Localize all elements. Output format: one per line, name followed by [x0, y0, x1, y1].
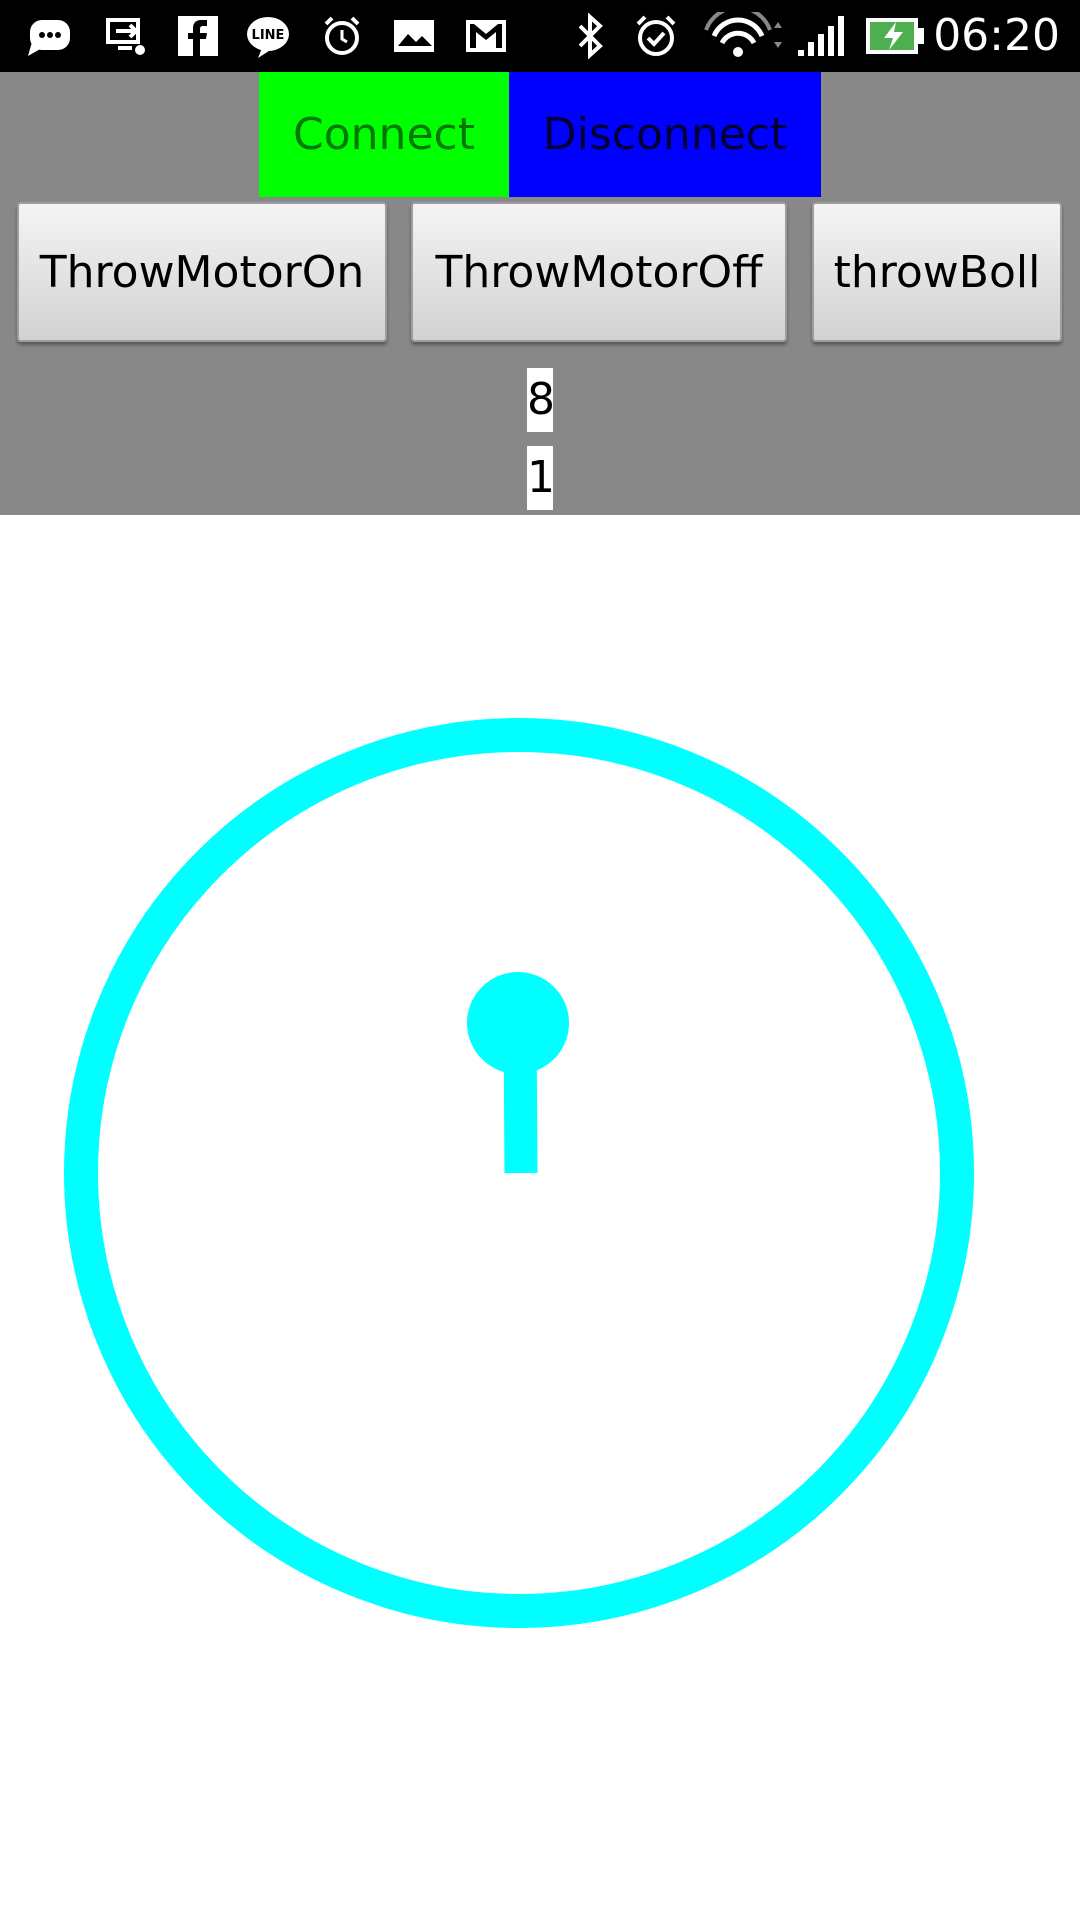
line-icon: LINE: [244, 12, 292, 60]
disconnect-button[interactable]: Disconnect: [509, 72, 821, 197]
control-panel: Connect Disconnect ThrowMotorOn ThrowMot…: [0, 72, 1080, 515]
facebook-icon: [174, 12, 222, 60]
photo-icon: [390, 12, 438, 60]
svg-text:LINE: LINE: [252, 28, 285, 43]
status-bar: LINE 06:20: [0, 0, 1080, 72]
throw-motor-on-button[interactable]: ThrowMotorOn: [17, 202, 387, 342]
connect-button[interactable]: Connect: [259, 72, 509, 197]
wifi-icon: [702, 12, 782, 60]
readout-value-1: 8: [527, 368, 555, 432]
screen-cast-icon: [102, 12, 150, 60]
chat-bubble-icon: [26, 12, 74, 60]
joystick-area[interactable]: [0, 515, 1080, 1920]
alarm-check-icon: [632, 12, 680, 60]
throw-ball-button[interactable]: throwBoll: [812, 202, 1062, 342]
alarm-clock-icon: [318, 12, 366, 60]
gmail-icon: [462, 12, 510, 60]
signal-icon: [796, 12, 844, 60]
readout-value-2: 1: [527, 446, 555, 510]
bluetooth-icon: [566, 12, 614, 60]
joystick-knob[interactable]: [467, 972, 569, 1074]
joystick-canvas[interactable]: [0, 515, 1080, 1920]
battery-charging-icon: [864, 12, 926, 60]
status-clock: 06:20: [933, 10, 1060, 61]
throw-motor-off-button[interactable]: ThrowMotorOff: [411, 202, 787, 342]
